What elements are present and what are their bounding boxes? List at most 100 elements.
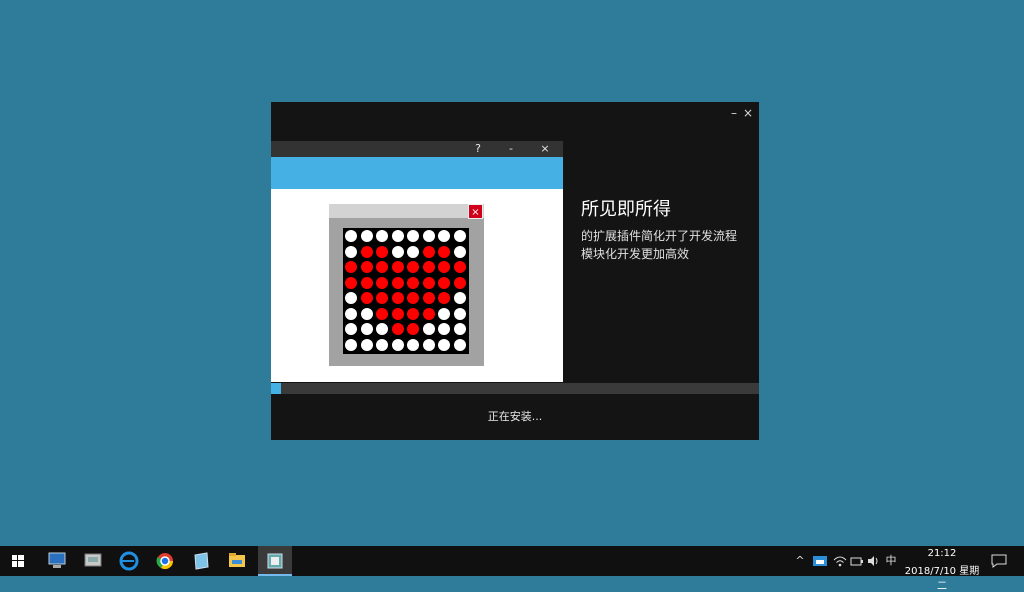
slogan-description: 的扩展插件简化开了开发流程模块化开发更加高效: [581, 229, 738, 261]
led-dot: [376, 292, 388, 304]
led-dot: [345, 323, 357, 335]
led-dot: [422, 245, 435, 258]
installer-icon: [267, 553, 283, 569]
volume-icon[interactable]: [866, 554, 880, 568]
chrome-icon: [156, 553, 174, 570]
led-dot: [438, 276, 450, 289]
led-dot: [422, 261, 435, 273]
led-dot: [345, 338, 357, 351]
led-dot: [453, 292, 466, 304]
computer-icon: [48, 552, 66, 568]
led-dot: [376, 307, 388, 320]
led-dot: [453, 276, 466, 289]
led-dot: [438, 261, 450, 273]
led-dot: [407, 323, 419, 335]
install-progress-fill: [271, 383, 281, 394]
action-center-icon[interactable]: [990, 554, 1008, 568]
led-dot: [376, 245, 388, 258]
taskbar-file-explorer[interactable]: [220, 546, 254, 576]
led-dot: [407, 230, 419, 242]
led-dot: [438, 292, 450, 304]
led-dot: [391, 338, 404, 351]
led-dot: [345, 261, 357, 273]
led-dot: [453, 230, 466, 242]
led-dot: [391, 261, 404, 273]
led-dot: [376, 276, 388, 289]
led-dot: [391, 276, 404, 289]
notepad-icon: [194, 552, 209, 570]
led-dot: [453, 261, 466, 273]
led-matrix: [343, 228, 469, 354]
taskbar-network[interactable]: [76, 546, 110, 576]
led-dot: [376, 261, 388, 273]
taskbar-installer[interactable]: [258, 546, 292, 576]
ime-indicator[interactable]: 中: [884, 554, 898, 568]
led-dot: [360, 276, 373, 289]
led-dot: [422, 323, 435, 335]
led-dot: [391, 323, 404, 335]
preview-help-icon: ?: [475, 142, 481, 155]
edge-icon: [119, 551, 139, 571]
file-explorer-icon: [229, 553, 245, 567]
led-dot: [345, 307, 357, 320]
tray-cloud-icon[interactable]: [812, 554, 828, 568]
led-dot: [422, 292, 435, 304]
led-dot: [360, 292, 373, 304]
led-dot: [407, 338, 419, 351]
clock-date[interactable]: 2018/7/10 星期二: [900, 562, 984, 592]
led-dot: [407, 276, 419, 289]
led-dot: [360, 230, 373, 242]
battery-icon[interactable]: [850, 554, 864, 568]
led-dot: [438, 307, 450, 320]
led-dot: [438, 230, 450, 242]
preview-close-icon: ×: [540, 142, 550, 155]
led-dot: [407, 245, 419, 258]
install-status-text: 正在安装...: [487, 410, 543, 423]
led-dot: [407, 307, 419, 320]
led-dot: [453, 338, 466, 351]
led-dot: [345, 292, 357, 304]
install-progress-bar: [271, 383, 759, 394]
clock-time[interactable]: 21:12: [910, 548, 974, 559]
led-dot: [422, 276, 435, 289]
led-dot: [391, 230, 404, 242]
led-matrix-widget: ×: [329, 204, 484, 366]
slogan-title: 所见即所得: [581, 199, 671, 220]
preview-titlebar: ? - ×: [271, 141, 563, 157]
taskbar: ^ 中 21:12 2018/7/10 星期二: [0, 546, 1024, 592]
taskbar-edge[interactable]: [112, 546, 146, 576]
led-dot: [438, 323, 450, 335]
led-dot: [345, 245, 357, 258]
led-dot: [376, 338, 388, 351]
taskbar-notepad[interactable]: [184, 546, 218, 576]
led-dot: [391, 292, 404, 304]
windows-logo-icon: [12, 555, 24, 567]
led-dot: [391, 307, 404, 320]
led-dot: [438, 245, 450, 258]
widget-titlebar: [329, 204, 484, 218]
taskbar-chrome[interactable]: [148, 546, 182, 576]
led-dot: [391, 245, 404, 258]
led-dot: [422, 307, 435, 320]
taskbar-computer[interactable]: [40, 546, 74, 576]
led-dot: [360, 261, 373, 273]
start-button[interactable]: [0, 546, 36, 576]
window-minimize-button[interactable]: –: [727, 106, 741, 120]
led-dot: [422, 230, 435, 242]
show-hidden-icons-chevron-icon[interactable]: ^: [794, 554, 806, 568]
wifi-icon[interactable]: [832, 554, 848, 568]
led-dot: [422, 338, 435, 351]
preview-header: [271, 157, 563, 189]
led-dot: [453, 307, 466, 320]
led-dot: [360, 245, 373, 258]
installer-window: – × ? - × × 所见即所得 的扩展插件简化开了开发流程模块化开发更加高效…: [271, 102, 759, 440]
led-dot: [345, 276, 357, 289]
led-dot: [453, 245, 466, 258]
led-dot: [360, 323, 373, 335]
network-icon: [84, 553, 102, 567]
window-close-button[interactable]: ×: [741, 106, 755, 120]
led-dot: [407, 261, 419, 273]
led-dot: [345, 230, 357, 242]
widget-close-icon: ×: [468, 204, 483, 219]
led-dot: [453, 323, 466, 335]
